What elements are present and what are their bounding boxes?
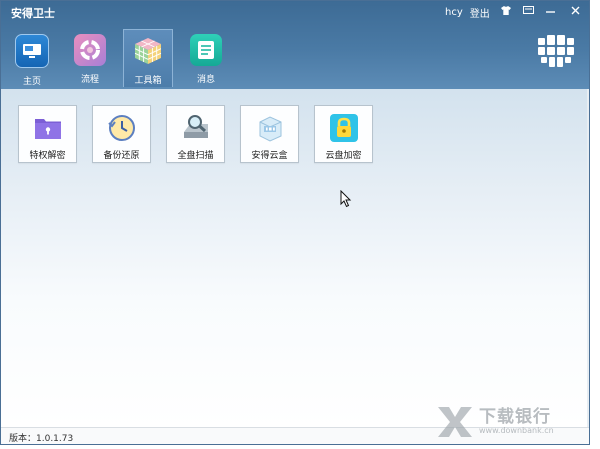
tool-label: 云盘加密: [325, 151, 362, 161]
home-monitor-icon: [15, 34, 49, 68]
username: hcy: [445, 7, 463, 18]
tool-cloud-box[interactable]: 安得云盒: [240, 105, 299, 163]
watermark: 下载银行 www.downbank.cn: [436, 405, 554, 439]
app-window: 安得卫士 hcy 登出 主页 流程 工具箱 消息 特权解密 备份还原 全盘扫描 …: [0, 0, 590, 445]
minimize-icon[interactable]: [539, 1, 561, 19]
nav-label-home: 主页: [22, 77, 41, 87]
mouse-cursor-icon: [340, 190, 352, 208]
ias-cloud-box-icon: [259, 116, 281, 142]
nav-item-messages[interactable]: 消息: [181, 31, 231, 87]
tool-label: 安得云盒: [251, 151, 288, 161]
nav-item-process[interactable]: 流程: [65, 31, 115, 87]
title-bar: 安得卫士 hcy 登出 主页 流程 工具箱 消息: [1, 1, 589, 89]
rubiks-cube-icon: [132, 35, 164, 67]
nav-label-process: 流程: [80, 75, 99, 85]
logout-link[interactable]: 登出: [470, 5, 490, 20]
tool-label: 备份还原: [103, 151, 140, 161]
side-border: [587, 89, 589, 427]
app-logo-icon: [538, 35, 574, 73]
window-controls: [495, 1, 589, 19]
disk-scan-magnifier-icon: [183, 115, 208, 138]
process-ring-icon: [74, 34, 106, 66]
tool-privilege-decrypt[interactable]: 特权解密: [18, 105, 77, 163]
tool-full-scan[interactable]: 全盘扫描: [166, 105, 225, 163]
nav-item-toolbox[interactable]: 工具箱: [123, 29, 173, 87]
nav-label-toolbox: 工具箱: [134, 76, 162, 86]
tool-cloud-encrypt[interactable]: 云盘加密: [314, 105, 373, 163]
nav-label-messages: 消息: [196, 75, 215, 85]
tool-grid: 特权解密 备份还原 全盘扫描 安得云盒 云盘加密: [18, 105, 373, 163]
document-icon: [190, 34, 222, 66]
nav-item-home[interactable]: 主页: [7, 31, 57, 87]
message-icon[interactable]: [517, 1, 539, 19]
cloud-lock-icon: [329, 114, 358, 142]
purple-folder-lock-icon: [34, 119, 61, 139]
toolbox-panel: 特权解密 备份还原 全盘扫描 安得云盒 云盘加密: [1, 89, 589, 427]
tool-label: 全盘扫描: [177, 151, 214, 161]
watermark-title: 下载银行: [479, 407, 551, 427]
app-title: 安得卫士: [11, 7, 55, 20]
backup-clock-icon: [107, 115, 135, 141]
main-nav: 主页 流程 工具箱 消息: [7, 29, 231, 89]
watermark-logo-icon: [438, 407, 472, 437]
watermark-url: www.downbank.cn: [479, 426, 554, 435]
tool-backup-restore[interactable]: 备份还原: [92, 105, 151, 163]
tool-label: 特权解密: [29, 151, 66, 161]
close-icon[interactable]: [561, 1, 589, 19]
user-area: hcy 登出: [445, 5, 490, 20]
skin-icon[interactable]: [495, 1, 517, 19]
version-text: 版本：1.0.1.73: [9, 434, 74, 444]
